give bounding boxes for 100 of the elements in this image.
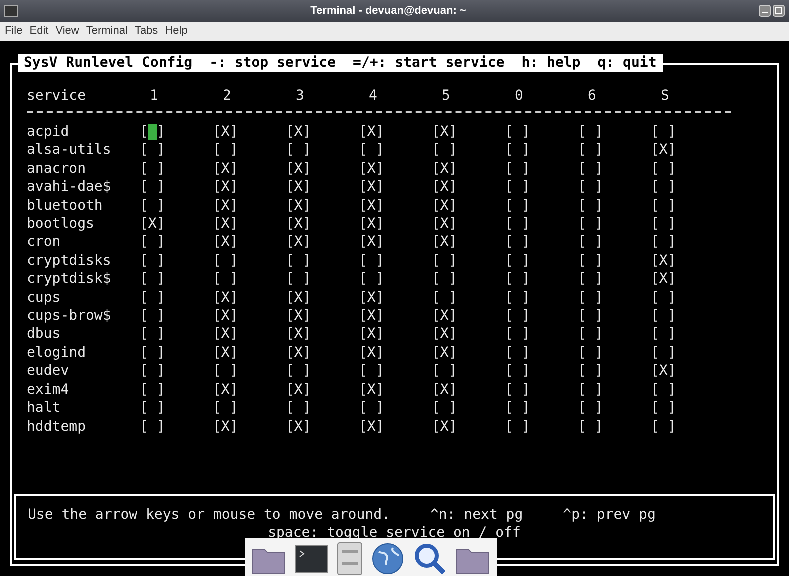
table-cell[interactable]: [X] — [432, 308, 458, 324]
table-cell[interactable]: [ ] — [505, 290, 530, 306]
table-cell[interactable]: [ ] — [505, 326, 530, 342]
table-cell[interactable]: [ ] — [432, 400, 458, 416]
minimize-icon[interactable] — [759, 5, 771, 17]
table-cell[interactable]: [ ] — [578, 234, 604, 250]
menu-item[interactable]: File — [5, 23, 23, 40]
table-cell[interactable]: [ ] — [578, 308, 604, 324]
table-cell[interactable]: [ ] — [651, 216, 676, 232]
table-cell[interactable]: [ ] — [213, 252, 238, 269]
table-cell[interactable]: [ ] — [651, 344, 676, 361]
table-cell[interactable]: [ ] — [432, 363, 458, 380]
table-cell[interactable]: [X] — [651, 271, 676, 288]
table-cell[interactable]: [X] — [432, 418, 458, 434]
file-cabinet-icon[interactable] — [337, 542, 363, 576]
maximize-icon[interactable] — [773, 5, 785, 17]
table-cell[interactable]: [ ] — [505, 400, 530, 416]
table-cell[interactable]: [X] — [140, 216, 166, 232]
table-cell[interactable]: [ ] — [432, 271, 458, 288]
table-cell[interactable]: [ ] — [359, 142, 384, 158]
table-cell[interactable]: [ ] — [359, 252, 384, 269]
table-cell[interactable]: [X] — [286, 234, 312, 250]
table-cell[interactable]: [X] — [359, 308, 384, 324]
table-cell[interactable]: [X] — [432, 326, 458, 342]
table-cell[interactable]: [ ] — [578, 363, 604, 380]
table-cell[interactable]: [X] — [359, 124, 384, 140]
menu-item[interactable]: Terminal — [86, 23, 128, 40]
table-cell[interactable]: [ ] — [505, 382, 530, 398]
table-cell[interactable]: [ ] — [651, 382, 676, 398]
table-cell[interactable]: [X] — [359, 160, 384, 177]
table-cell[interactable]: [X] — [651, 252, 676, 269]
table-cell[interactable]: [X] — [286, 344, 312, 361]
table-cell[interactable]: [ ] — [140, 179, 166, 196]
table-cell[interactable]: [X] — [213, 382, 238, 398]
table-cell[interactable]: [X] — [286, 382, 312, 398]
table-cell[interactable]: [X] — [286, 308, 312, 324]
table-cell[interactable]: [ ] — [651, 308, 676, 324]
table-cell[interactable]: [X] — [359, 418, 384, 434]
search-icon[interactable] — [413, 542, 447, 576]
table-cell[interactable]: [ ] — [505, 363, 530, 380]
table-cell[interactable]: [X] — [359, 290, 384, 306]
table-cell[interactable]: [X] — [286, 290, 312, 306]
table-cell[interactable]: [X] — [213, 344, 238, 361]
table-cell[interactable]: [ ] — [578, 160, 604, 177]
table-cell[interactable]: [ ] — [286, 363, 312, 380]
table-cell[interactable]: [ ] — [505, 160, 530, 177]
table-cell[interactable]: [X] — [213, 124, 238, 140]
table-cell[interactable]: [X] — [432, 216, 458, 232]
table-cell[interactable]: [ ] — [140, 198, 166, 214]
table-cell[interactable]: [ ] — [578, 400, 604, 416]
table-cell[interactable]: [ ] — [432, 290, 458, 306]
table-cell[interactable]: [ ] — [505, 124, 530, 140]
table-cell[interactable]: [ ] — [578, 198, 604, 214]
terminal-icon[interactable] — [295, 544, 329, 576]
table-cell[interactable]: [ ] — [578, 326, 604, 342]
table-cell[interactable]: [ ] — [651, 400, 676, 416]
table-cell[interactable]: [ ] — [213, 271, 238, 288]
table-cell[interactable]: [ ] — [359, 363, 384, 380]
table-cell[interactable]: [X] — [432, 179, 458, 196]
table-cell[interactable]: [ ] — [651, 124, 676, 140]
table-cell[interactable]: [ ] — [140, 124, 166, 140]
table-cell[interactable]: [ ] — [505, 418, 530, 434]
table-cell[interactable]: [X] — [286, 124, 312, 140]
table-cell[interactable]: [ ] — [286, 271, 312, 288]
table-cell[interactable]: [ ] — [140, 160, 166, 177]
table-cell[interactable]: [X] — [213, 160, 238, 177]
table-cell[interactable]: [ ] — [651, 179, 676, 196]
table-cell[interactable]: [ ] — [651, 234, 676, 250]
table-cell[interactable]: [ ] — [140, 142, 166, 158]
table-cell[interactable]: [X] — [432, 160, 458, 177]
table-cell[interactable]: [ ] — [213, 400, 238, 416]
table-cell[interactable]: [ ] — [651, 198, 676, 214]
table-cell[interactable]: [ ] — [359, 400, 384, 416]
table-cell[interactable]: [ ] — [140, 418, 166, 434]
table-cell[interactable]: [ ] — [432, 252, 458, 269]
table-cell[interactable]: [ ] — [140, 344, 166, 361]
table-cell[interactable]: [X] — [286, 326, 312, 342]
table-cell[interactable]: [X] — [432, 234, 458, 250]
menu-item[interactable]: Tabs — [134, 23, 158, 40]
table-cell[interactable]: [ ] — [505, 198, 530, 214]
table-cell[interactable]: [ ] — [651, 290, 676, 306]
table-cell[interactable]: [X] — [213, 216, 238, 232]
table-cell[interactable]: [X] — [213, 326, 238, 342]
table-cell[interactable]: [ ] — [140, 271, 166, 288]
table-cell[interactable]: [ ] — [213, 363, 238, 380]
table-cell[interactable]: [ ] — [505, 179, 530, 196]
table-cell[interactable]: [X] — [432, 124, 458, 140]
table-cell[interactable]: [X] — [432, 382, 458, 398]
table-cell[interactable]: [ ] — [578, 290, 604, 306]
menu-item[interactable]: Edit — [30, 23, 49, 40]
table-cell[interactable]: [ ] — [140, 363, 166, 380]
table-cell[interactable]: [X] — [213, 234, 238, 250]
table-cell[interactable]: [ ] — [578, 252, 604, 269]
table-cell[interactable]: [ ] — [140, 326, 166, 342]
table-cell[interactable]: [ ] — [578, 142, 604, 158]
table-cell[interactable]: [ ] — [578, 124, 604, 140]
table-cell[interactable]: [ ] — [505, 308, 530, 324]
table-cell[interactable]: [ ] — [651, 160, 676, 177]
table-cell[interactable]: [ ] — [359, 271, 384, 288]
table-cell[interactable]: [ ] — [505, 344, 530, 361]
